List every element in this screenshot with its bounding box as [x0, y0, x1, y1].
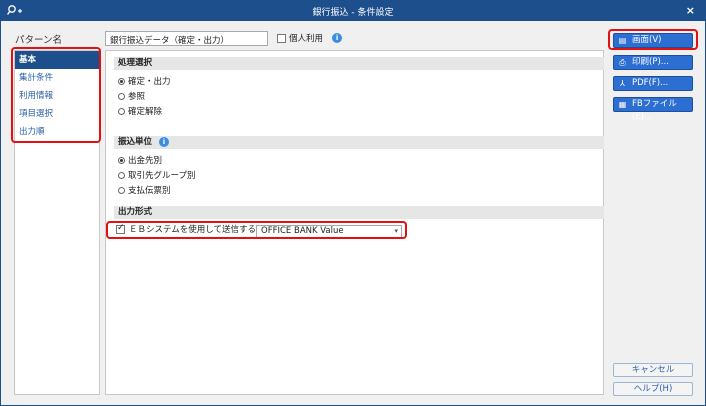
print-button-label: 印刷(P)... — [632, 57, 669, 67]
close-icon[interactable]: × — [686, 4, 695, 18]
pdf-button[interactable]: ⅄ PDF(F)... — [613, 76, 693, 91]
radio-label: 確定・出力 — [128, 77, 171, 87]
personal-use-label: 個人利用 — [289, 34, 324, 44]
personal-use-checkbox[interactable] — [277, 33, 286, 43]
pdf-button-label: PDF(F)... — [632, 78, 669, 88]
radio-button[interactable] — [118, 107, 125, 115]
printer-icon: ⎙ — [619, 58, 626, 67]
pattern-name-input[interactable]: 銀行振込データ（確定・出力） — [105, 31, 268, 46]
info-icon[interactable]: i — [332, 33, 343, 43]
radio-confirm-output[interactable]: 確定・出力 — [118, 75, 171, 87]
help-button[interactable]: ヘルプ(H) — [613, 382, 693, 396]
section-unit-title: 振込単位 i — [114, 136, 604, 149]
radio-label: 支払伝票別 — [128, 186, 171, 196]
radio-label: 参照 — [128, 92, 146, 102]
radio-button[interactable] — [118, 171, 125, 179]
highlight-box-screen — [608, 29, 698, 50]
section-processing-title: 処理選択 — [114, 57, 604, 70]
section-unit-label: 振込単位 — [118, 137, 153, 147]
radio-button[interactable] — [118, 92, 125, 100]
radio-cancel-confirm[interactable]: 確定解除 — [118, 105, 162, 117]
fb-file-button[interactable]: ▦ FBファイル(E)... — [613, 97, 693, 122]
radio-reference[interactable]: 参照 — [118, 90, 145, 102]
personal-use-option[interactable]: 個人利用 i — [277, 32, 343, 44]
cancel-button[interactable]: キャンセル — [613, 363, 693, 377]
radio-button[interactable] — [118, 156, 125, 164]
radio-button[interactable] — [118, 77, 125, 85]
radio-by-payee[interactable]: 出金先別 — [118, 154, 162, 166]
radio-by-payment-slip[interactable]: 支払伝票別 — [118, 184, 171, 196]
window-title: 銀行振込 - 条件設定 — [312, 8, 394, 18]
radio-button[interactable] — [118, 186, 125, 194]
highlight-box-sidebar — [11, 47, 101, 143]
file-icon: ▦ — [618, 100, 627, 109]
radio-label: 出金先別 — [128, 156, 163, 166]
radio-label: 取引先グループ別 — [128, 171, 196, 181]
pattern-name-label: パターン名 — [15, 35, 63, 46]
titlebar: 銀行振込 - 条件設定 × — [1, 1, 705, 21]
section-output-title: 出力形式 — [114, 206, 604, 219]
fb-file-button-label: FBファイル(E)... — [632, 99, 677, 122]
radio-label: 確定解除 — [128, 107, 163, 117]
print-button[interactable]: ⎙ 印刷(P)... — [613, 55, 693, 70]
radio-by-client-group[interactable]: 取引先グループ別 — [118, 169, 196, 181]
pdf-icon: ⅄ — [620, 79, 625, 88]
dialog-window: 銀行振込 - 条件設定 × パターン名 銀行振込データ（確定・出力） 個人利用 … — [0, 0, 706, 406]
info-icon[interactable]: i — [158, 137, 169, 147]
highlight-box-eb — [106, 221, 407, 239]
